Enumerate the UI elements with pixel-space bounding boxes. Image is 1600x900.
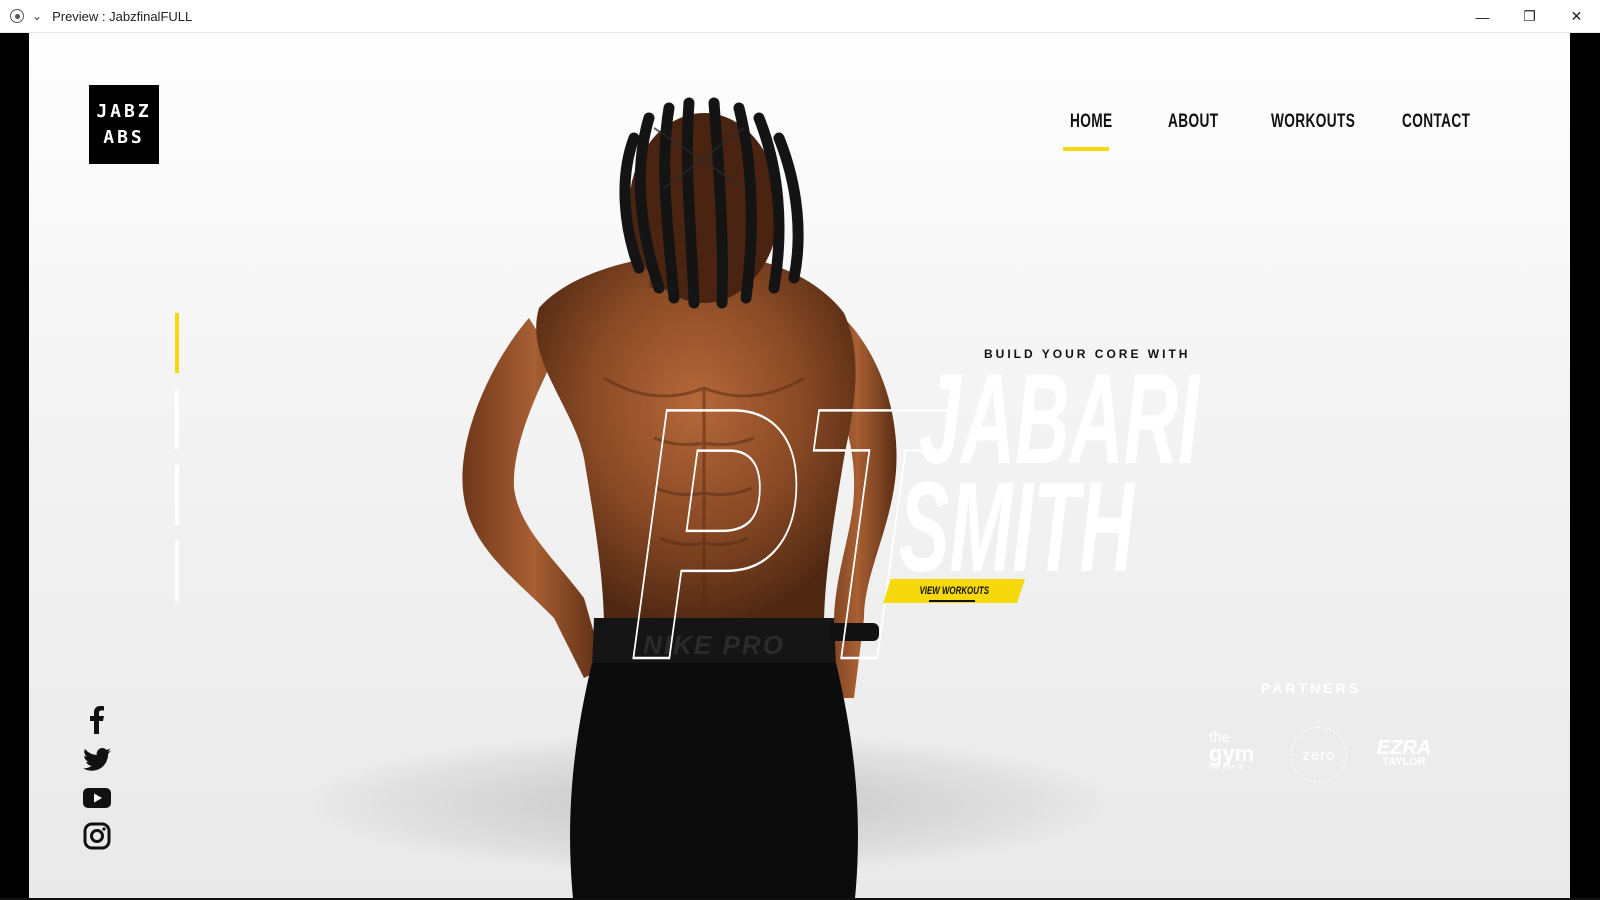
chevron-down-icon[interactable]: ⌄ (32, 9, 42, 23)
window-title: Preview : JabzfinalFULL (52, 8, 193, 24)
main-nav: HOME ABOUT WORKOUTS CONTACT (1049, 111, 1470, 151)
partner-logo-thegym[interactable]: the gym find your fit (1209, 730, 1269, 771)
minimize-button[interactable]: — (1459, 0, 1506, 33)
app-icon (10, 9, 24, 23)
nav-home[interactable]: HOME (1070, 111, 1112, 133)
slide-indicator[interactable] (175, 465, 179, 525)
hero-page: JABZ ABS HOME ABOUT WORKOUTS CONTACT NIK… (29, 33, 1570, 900)
right-border (1570, 33, 1600, 900)
youtube-icon[interactable] (81, 783, 113, 813)
nav-about[interactable]: ABOUT (1168, 111, 1218, 133)
partner-logo-ezra-taylor[interactable]: EZRA TAYLOR (1374, 738, 1434, 768)
twitter-icon[interactable] (81, 745, 113, 775)
left-border (0, 33, 29, 900)
restore-button[interactable]: ❐ (1506, 0, 1553, 33)
slide-indicator[interactable] (175, 389, 179, 449)
logo-line-1: JABZ (96, 100, 152, 122)
window-titlebar: ⌄ Preview : JabzfinalFULL — ❐ ✕ (0, 0, 1600, 33)
slide-indicator[interactable] (175, 541, 179, 601)
slide-indicator-active[interactable] (175, 313, 179, 373)
nav-workouts[interactable]: WORKOUTS (1271, 111, 1355, 133)
close-button[interactable]: ✕ (1553, 0, 1600, 33)
view-workouts-label: VIEW WORKOUTS (919, 585, 989, 597)
hero-last-name: SMITH (899, 456, 1136, 583)
site-logo[interactable]: JABZ ABS (89, 85, 159, 164)
partners-title: PARTNERS (1261, 680, 1361, 696)
facebook-icon[interactable] (81, 705, 113, 735)
logo-line-2: ABS (103, 126, 145, 148)
nav-active-underline (1063, 147, 1109, 151)
instagram-icon[interactable] (81, 821, 113, 851)
hero-name: JABARI SMITH (899, 353, 1200, 583)
nav-contact[interactable]: CONTACT (1402, 111, 1470, 133)
cta-underline (929, 600, 975, 602)
partner-logo-zero[interactable]: zero (1291, 727, 1347, 783)
